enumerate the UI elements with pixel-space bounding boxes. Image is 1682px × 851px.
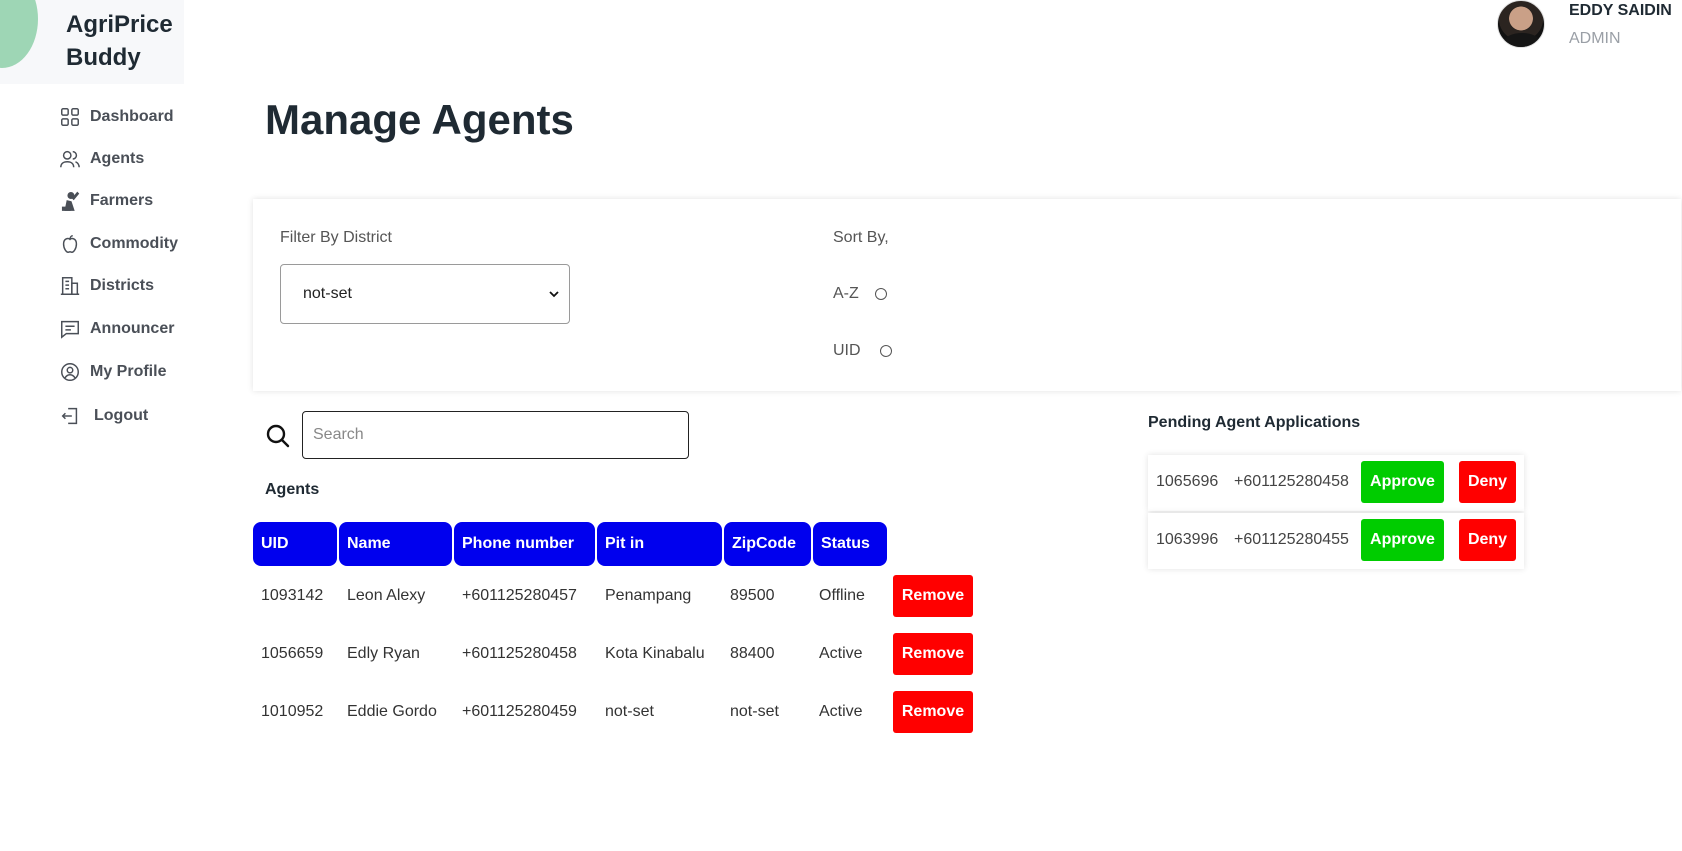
pending-phone: +601125280458 [1234,473,1349,490]
cell-phone: +601125280459 [462,703,577,720]
agents-table: UID Name Phone number Pit in ZipCode Sta… [253,522,973,733]
brand-logo: AgriPrice Buddy [0,0,184,84]
sidebar-item-agents[interactable]: Agents [58,144,144,174]
cell-uid: 1010952 [261,703,324,720]
user-name: EDDY SAIDIN [1569,2,1672,19]
pending-uid: 1063996 [1156,531,1219,548]
app-name-line2: Buddy [66,44,141,71]
cell-name: Edly Ryan [347,645,420,662]
sort-uid-radio[interactable] [879,345,892,357]
cell-pit-in: Kota Kinabalu [605,645,705,662]
app-name: AgriPrice Buddy [66,8,173,74]
sort-option-label: UID [833,342,861,359]
column-header-name[interactable]: Name [339,522,452,566]
search-input[interactable] [302,411,689,459]
approve-button[interactable]: Approve [1361,461,1444,503]
chevron-down-icon [549,291,559,298]
cell-phone: +601125280457 [462,587,577,604]
avatar [1497,0,1545,48]
sort-label: Sort By, [833,229,889,246]
table-header: UID Name Phone number Pit in ZipCode Sta… [253,522,887,566]
cell-status: Offline [819,587,865,604]
table-row: 1056659 Edly Ryan +601125280458 Kota Kin… [253,632,983,676]
sidebar-item-announcer[interactable]: Announcer [58,314,174,344]
filter-card: Filter By District not-set Sort By, A-Z … [253,199,1681,391]
sidebar-item-my-profile[interactable]: My Profile [58,357,166,387]
cell-pit-in: Penampang [605,587,692,604]
deny-button[interactable]: Deny [1459,519,1516,561]
search-icon [266,424,290,448]
deny-button[interactable]: Deny [1459,461,1516,503]
cell-pit-in: not-set [605,703,654,720]
column-header-zipcode[interactable]: ZipCode [724,522,811,566]
remove-button[interactable]: Remove [893,575,973,617]
sort-option-uid[interactable]: UID [833,342,892,360]
brand-circle [0,0,38,68]
cell-uid: 1093142 [261,587,324,604]
farmer-icon [58,189,82,213]
sidebar-item-label: My Profile [90,363,167,380]
building-icon [58,274,82,298]
sidebar-item-dashboard[interactable]: Dashboard [58,102,174,132]
sidebar-item-label: Farmers [90,192,154,209]
cell-status: Active [819,645,863,662]
user-role: ADMIN [1569,30,1621,47]
table-row: 1093142 Leon Alexy +601125280457 Penampa… [253,574,983,618]
logout-icon [58,404,82,428]
pending-applications-heading: Pending Agent Applications [1148,414,1361,431]
sidebar-item-label: Agents [90,150,145,167]
sort-option-az[interactable]: A-Z [833,285,887,303]
remove-button[interactable]: Remove [893,633,973,675]
sidebar-item-commodity[interactable]: Commodity [58,229,178,259]
message-icon [58,317,82,341]
pending-application-item: 1065696 +601125280458 Approve Deny [1148,455,1524,511]
profile-icon [58,360,82,384]
cell-zipcode: not-set [730,703,779,720]
district-select[interactable]: not-set [280,264,570,324]
agents-heading: Agents [265,481,320,498]
pending-application-item: 1063996 +601125280455 Approve Deny [1148,513,1524,569]
cell-name: Leon Alexy [347,587,426,604]
sidebar-item-label: Dashboard [90,108,174,125]
district-filter-label: Filter By District [280,229,392,246]
cell-phone: +601125280458 [462,645,577,662]
sort-option-label: A-Z [833,285,859,302]
cell-uid: 1056659 [261,645,324,662]
column-header-status[interactable]: Status [813,522,887,566]
sidebar-item-farmers[interactable]: Farmers [58,186,153,216]
remove-button[interactable]: Remove [893,691,973,733]
page-title: Manage Agents [265,96,574,143]
sidebar-item-districts[interactable]: Districts [58,271,154,301]
sort-az-radio[interactable] [874,288,887,300]
grid-icon [58,105,82,129]
cell-zipcode: 89500 [730,587,775,604]
apple-icon [58,232,82,256]
column-header-phone[interactable]: Phone number [454,522,595,566]
cell-status: Active [819,703,863,720]
sidebar-item-logout[interactable]: Logout [58,401,148,431]
approve-button[interactable]: Approve [1361,519,1444,561]
app-name-line1: AgriPrice [66,11,173,38]
cell-zipcode: 88400 [730,645,775,662]
district-select-value: not-set [303,285,352,302]
table-row: 1010952 Eddie Gordo +601125280459 not-se… [253,690,983,734]
sidebar-item-label: Districts [90,277,155,294]
cell-name: Eddie Gordo [347,703,437,720]
sidebar-item-label: Announcer [90,320,175,337]
column-header-pit-in[interactable]: Pit in [597,522,722,566]
column-header-uid[interactable]: UID [253,522,337,566]
sidebar-item-label: Logout [94,407,149,424]
sidebar-item-label: Commodity [90,235,178,252]
users-icon [58,147,82,171]
pending-uid: 1065696 [1156,473,1219,490]
pending-phone: +601125280455 [1234,531,1349,548]
